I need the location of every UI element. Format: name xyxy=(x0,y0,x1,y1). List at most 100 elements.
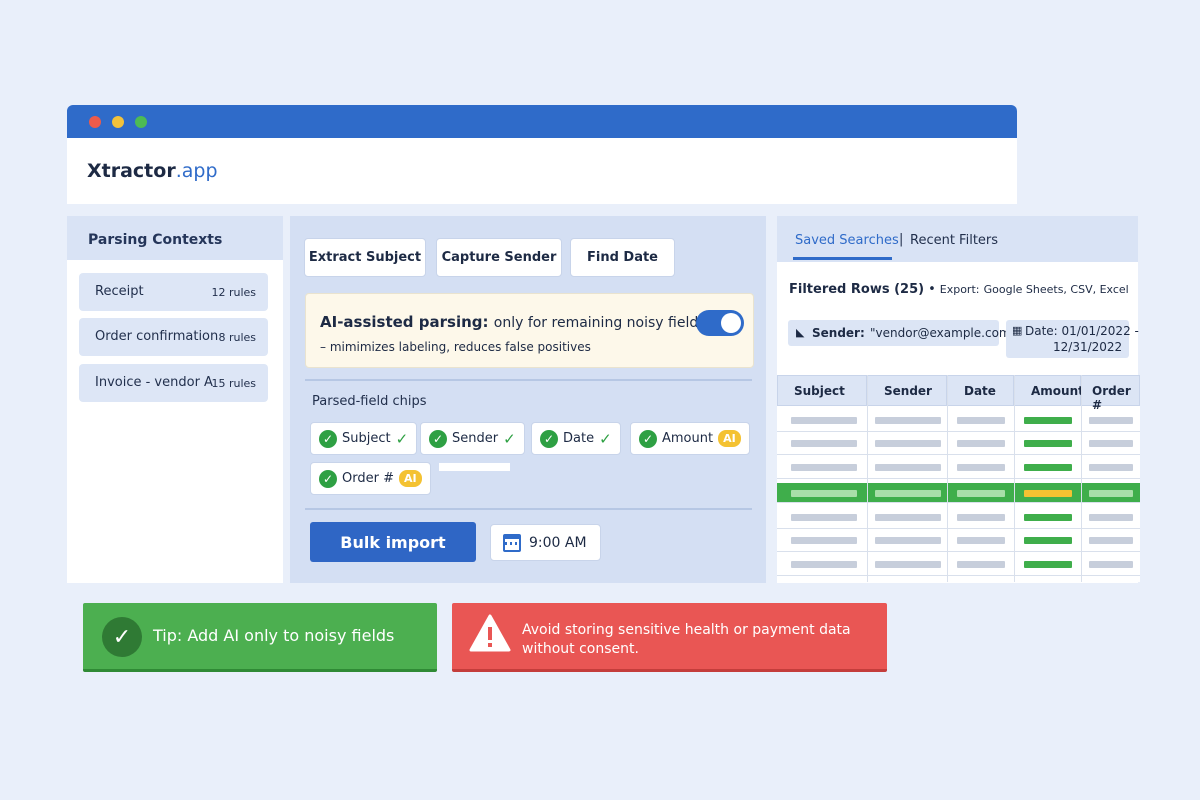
app-header: Xtractor.app xyxy=(67,138,1017,204)
redacted-cell xyxy=(875,514,941,521)
results-summary: Filtered Rows (25) • Export: Google Sheets… xyxy=(789,282,1129,297)
redacted-cell xyxy=(957,561,1005,568)
chips-label: Parsed-field chips xyxy=(312,394,427,409)
calendar-icon xyxy=(503,533,521,552)
schedule-time-value: 9:00 AM xyxy=(529,534,587,551)
extract-subject-button[interactable]: Extract Subject xyxy=(304,238,426,277)
rule-editor-panel: Extract Subject Capture Sender Find Date… xyxy=(290,216,766,583)
column-divider xyxy=(1014,375,1015,582)
table-row[interactable] xyxy=(777,408,1140,432)
redacted-cell xyxy=(791,514,857,521)
warning-icon xyxy=(469,614,511,652)
redacted-cell xyxy=(791,561,857,568)
chip-label: Order # xyxy=(342,471,394,486)
redacted-cell xyxy=(957,464,1005,471)
parsing-contexts-panel: Parsing Contexts Receipt 12 rules Order … xyxy=(67,216,283,583)
filter-sender-value: "vendor@example.com" xyxy=(870,326,1017,340)
context-item-order-confirmation[interactable]: Order confirmation 8 rules xyxy=(79,318,268,356)
context-rule-count: 15 rules xyxy=(211,377,256,390)
chip-label: Sender xyxy=(452,431,499,446)
redacted-cell xyxy=(1024,417,1072,424)
chip-date[interactable]: ✓ Date ✓ xyxy=(531,422,621,455)
export-options-link[interactable]: Google Sheets, CSV, Excel xyxy=(984,283,1129,296)
redacted-cell xyxy=(1024,464,1072,471)
context-rule-count: 12 rules xyxy=(211,286,256,299)
toggle-knob xyxy=(721,313,741,333)
divider xyxy=(305,379,752,381)
redacted-cell xyxy=(1089,464,1133,471)
column-header-amount[interactable]: Amount xyxy=(1014,375,1084,406)
active-tab-indicator xyxy=(793,257,892,260)
ai-title-bold: AI-assisted parsing: xyxy=(320,313,489,331)
redacted-cell xyxy=(1089,514,1133,521)
table-row[interactable] xyxy=(777,431,1140,455)
context-item-receipt[interactable]: Receipt 12 rules xyxy=(79,273,268,311)
context-item-invoice-vendor-a[interactable]: Invoice - vendor A 15 rules xyxy=(79,364,268,402)
filter-sender-label: Sender: xyxy=(812,326,865,340)
divider xyxy=(305,508,752,510)
brand-tld: .app xyxy=(175,160,218,182)
chip-subject[interactable]: ✓ Subject ✓ xyxy=(310,422,418,455)
tab-recent-filters[interactable]: Recent Filters xyxy=(910,233,998,248)
redacted-cell xyxy=(957,514,1005,521)
close-window-dot[interactable] xyxy=(89,116,101,128)
ai-title-rest: only for remaining noisy fields xyxy=(493,315,706,331)
ai-parsing-card: AI-assisted parsing: only for remaining … xyxy=(305,293,754,368)
filter-chip-sender[interactable]: ◣ Sender: "vendor@example.com" xyxy=(788,320,1016,346)
redacted-cell xyxy=(791,464,857,471)
redacted-cell xyxy=(875,440,941,447)
window-title-bar xyxy=(67,105,1017,138)
table-row[interactable] xyxy=(777,505,1140,529)
ai-parsing-toggle[interactable] xyxy=(696,310,744,336)
chip-sender[interactable]: ✓ Sender ✓ xyxy=(420,422,525,455)
column-header-subject[interactable]: Subject xyxy=(777,375,867,406)
table-row[interactable] xyxy=(777,528,1140,552)
capture-sender-button[interactable]: Capture Sender xyxy=(436,238,562,277)
find-date-button[interactable]: Find Date xyxy=(570,238,675,277)
column-header-sender[interactable]: Sender xyxy=(867,375,947,406)
table-row[interactable] xyxy=(777,552,1140,576)
tip-banner: ✓ Tip: Add AI only to noisy fields xyxy=(83,603,437,672)
context-label: Order confirmation xyxy=(95,329,219,344)
bulk-import-button[interactable]: Bulk import xyxy=(310,522,476,562)
filter-date-value: 12/31/2022 xyxy=(1053,340,1123,354)
redacted-cell xyxy=(1024,514,1072,521)
chip-amount[interactable]: ✓ Amount AI xyxy=(630,422,750,455)
warning-text: Avoid storing sensitive health or paymen… xyxy=(522,622,851,657)
tab-saved-searches[interactable]: Saved Searches xyxy=(795,233,899,248)
checkmark-icon: ✓ xyxy=(395,429,409,448)
redacted-cell xyxy=(791,440,857,447)
redacted-cell xyxy=(1089,417,1133,424)
check-circle-icon: ✓ xyxy=(639,429,657,448)
redacted-cell xyxy=(1089,561,1133,568)
results-panel: Saved Searches | Recent Filters Filtered… xyxy=(777,216,1140,583)
redacted-cell xyxy=(875,417,941,424)
panel-title: Parsing Contexts xyxy=(67,216,283,260)
redacted-cell xyxy=(957,440,1005,447)
export-label: Export: xyxy=(939,283,980,296)
column-header-date[interactable]: Date xyxy=(947,375,1014,406)
filter-chip-date[interactable]: ▦ Date: 01/01/2022 - 12/31/2022 xyxy=(1006,320,1139,358)
filtered-rows-title: Filtered Rows (25) xyxy=(789,282,925,297)
calendar-icon: ▦ xyxy=(1012,324,1023,337)
redacted-cell xyxy=(1024,490,1072,497)
table-row-selected[interactable] xyxy=(777,483,1140,503)
schedule-time-field[interactable]: 9:00 AM xyxy=(490,524,601,561)
column-divider xyxy=(1081,375,1082,582)
redacted-cell xyxy=(1024,440,1072,447)
column-divider xyxy=(867,375,868,582)
ai-parsing-subtitle: – mimimizes labeling, reduces false posi… xyxy=(320,340,591,354)
chip-order-number[interactable]: ✓ Order # AI xyxy=(310,462,431,495)
column-header-order[interactable]: Order # xyxy=(1081,375,1140,412)
ai-parsing-title: AI-assisted parsing: only for remaining … xyxy=(320,313,706,331)
redacted-cell xyxy=(791,490,857,497)
table-row[interactable] xyxy=(777,455,1140,479)
redacted-cell xyxy=(1089,537,1133,544)
minimize-window-dot[interactable] xyxy=(112,116,124,128)
redacted-cell xyxy=(957,490,1005,497)
maximize-window-dot[interactable] xyxy=(135,116,147,128)
redacted-cell xyxy=(1089,440,1133,447)
warning-banner: Avoid storing sensitive health or paymen… xyxy=(452,603,887,672)
brand-name: Xtractor xyxy=(87,160,176,182)
brand-logo[interactable]: Xtractor.app xyxy=(87,160,218,182)
